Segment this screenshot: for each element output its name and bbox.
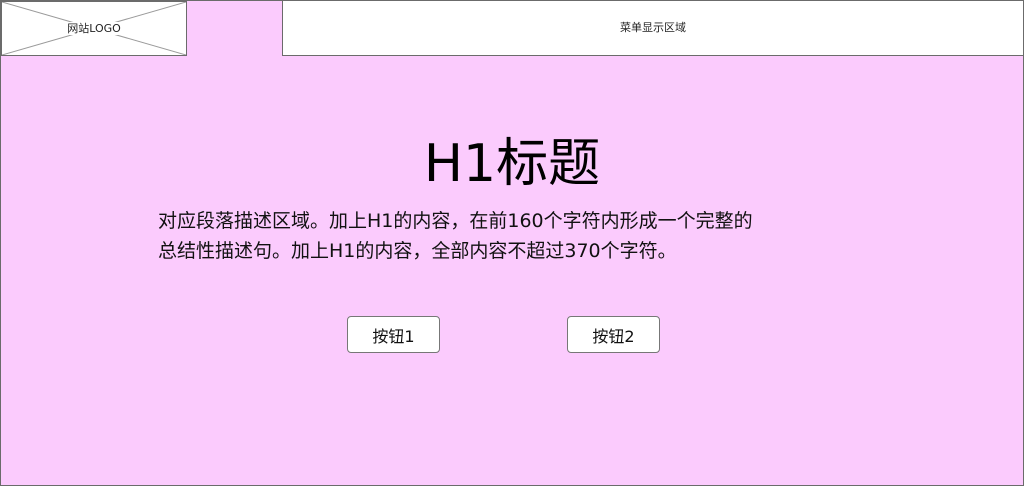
- button-2[interactable]: 按钮2: [567, 316, 660, 353]
- menu-area[interactable]: 菜单显示区域: [282, 1, 1023, 56]
- logo-placeholder[interactable]: 网站LOGO: [1, 1, 187, 56]
- site-header: 网站LOGO 菜单显示区域: [1, 1, 1023, 56]
- page-title: H1标题: [423, 134, 601, 194]
- wireframe-page: 网站LOGO 菜单显示区域 H1标题 对应段落描述区域。加上H1的内容，在前16…: [0, 0, 1024, 486]
- logo-label-wrap: 网站LOGO: [2, 2, 186, 55]
- hero-description-line-2: 总结性描述句。加上H1的内容，全部内容不超过370个字符。: [158, 240, 677, 262]
- button-1[interactable]: 按钮1: [347, 316, 440, 353]
- logo-label: 网站LOGO: [65, 22, 123, 35]
- menu-area-label: 菜单显示区域: [620, 21, 686, 34]
- hero-description-line-1: 对应段落描述区域。加上H1的内容，在前160个字符内形成一个完整的: [158, 210, 753, 232]
- hero-description: 对应段落描述区域。加上H1的内容，在前160个字符内形成一个完整的 总结性描述句…: [158, 206, 878, 266]
